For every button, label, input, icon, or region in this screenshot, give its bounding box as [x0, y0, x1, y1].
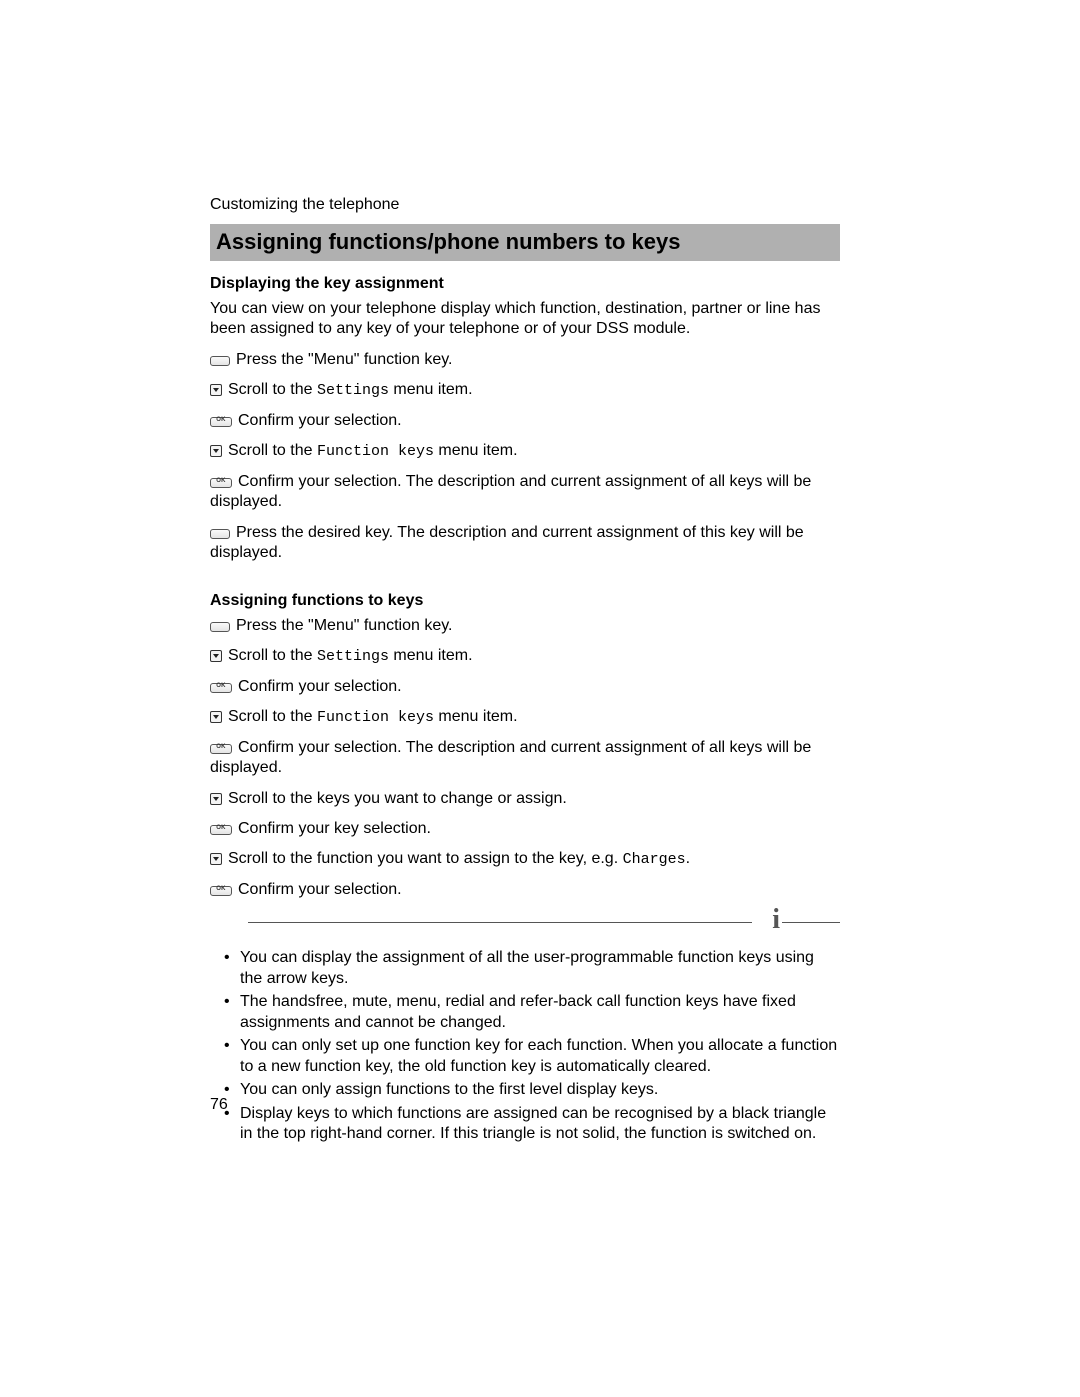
step-text: Confirm your selection. The description …	[210, 739, 811, 776]
step-text: menu item.	[434, 708, 518, 725]
step-text: Scroll to the function you want to assig…	[228, 850, 623, 867]
step-text: Confirm your selection.	[238, 881, 402, 898]
ok-key-icon	[210, 417, 232, 427]
section2-steps: Press the "Menu" function key. Scroll to …	[210, 616, 840, 901]
instruction-step: Confirm your key selection.	[210, 819, 840, 839]
notes-list: You can display the assignment of all th…	[210, 948, 840, 1144]
key-icon	[210, 529, 230, 539]
section1-steps: Press the "Menu" function key. Scroll to …	[210, 350, 840, 564]
menu-item-code: Function keys	[317, 709, 434, 726]
page-number: 76	[210, 1096, 228, 1114]
key-icon	[210, 356, 230, 366]
section-heading-display-assignment: Displaying the key assignment	[210, 275, 840, 293]
step-text: menu item.	[434, 442, 518, 459]
menu-item-code: Charges	[623, 851, 686, 868]
menu-item-code: Settings	[317, 648, 389, 665]
step-text: Press the desired key. The description a…	[210, 524, 804, 561]
manual-page: Customizing the telephone Assigning func…	[0, 0, 1080, 1397]
section-intro: You can view on your telephone display w…	[210, 299, 840, 340]
ok-key-icon	[210, 478, 232, 488]
step-text: Scroll to the	[228, 647, 317, 664]
menu-item-code: Function keys	[317, 443, 434, 460]
instruction-step: Scroll to the Function keys menu item.	[210, 441, 840, 461]
instruction-step: Confirm your selection. The description …	[210, 472, 840, 513]
step-text: .	[686, 850, 690, 867]
instruction-step: Scroll to the Function keys menu item.	[210, 707, 840, 727]
note-item: You can only set up one function key for…	[228, 1036, 840, 1077]
note-item: You can display the assignment of all th…	[228, 948, 840, 989]
step-text: menu item.	[389, 381, 473, 398]
step-text: menu item.	[389, 647, 473, 664]
step-text: Scroll to the keys you want to change or…	[228, 790, 567, 807]
note-item: Display keys to which functions are assi…	[228, 1104, 840, 1145]
step-text: Scroll to the	[228, 381, 317, 398]
info-divider: i	[210, 910, 840, 934]
key-icon	[210, 622, 230, 632]
arrow-down-icon	[210, 793, 222, 805]
note-item: The handsfree, mute, menu, redial and re…	[228, 992, 840, 1033]
instruction-step: Scroll to the function you want to assig…	[210, 849, 840, 869]
running-head: Customizing the telephone	[210, 196, 840, 214]
step-text: Press the "Menu" function key.	[236, 617, 453, 634]
step-text: Confirm your selection.	[238, 678, 402, 695]
instruction-step: Press the "Menu" function key.	[210, 616, 840, 636]
instruction-step: Scroll to the keys you want to change or…	[210, 789, 840, 809]
instruction-step: Press the desired key. The description a…	[210, 523, 840, 564]
instruction-step: Press the "Menu" function key.	[210, 350, 840, 370]
ok-key-icon	[210, 886, 232, 896]
info-icon: i	[772, 906, 780, 934]
step-text: Press the "Menu" function key.	[236, 351, 453, 368]
instruction-step: Scroll to the Settings menu item.	[210, 646, 840, 666]
step-text: Scroll to the	[228, 442, 317, 459]
ok-key-icon	[210, 825, 232, 835]
instruction-step: Scroll to the Settings menu item.	[210, 380, 840, 400]
instruction-step: Confirm your selection.	[210, 677, 840, 697]
instruction-step: Confirm your selection. The description …	[210, 738, 840, 779]
instruction-step: Confirm your selection.	[210, 411, 840, 431]
arrow-down-icon	[210, 853, 222, 865]
step-text: Scroll to the	[228, 708, 317, 725]
step-text: Confirm your key selection.	[238, 820, 431, 837]
section-heading-assigning: Assigning functions to keys	[210, 592, 840, 610]
arrow-down-icon	[210, 384, 222, 396]
ok-key-icon	[210, 683, 232, 693]
page-title: Assigning functions/phone numbers to key…	[210, 224, 840, 261]
note-item: You can only assign functions to the fir…	[228, 1080, 840, 1100]
ok-key-icon	[210, 744, 232, 754]
step-text: Confirm your selection. The description …	[210, 473, 811, 510]
instruction-step: Confirm your selection.	[210, 880, 840, 900]
menu-item-code: Settings	[317, 382, 389, 399]
step-text: Confirm your selection.	[238, 412, 402, 429]
arrow-down-icon	[210, 711, 222, 723]
arrow-down-icon	[210, 445, 222, 457]
arrow-down-icon	[210, 650, 222, 662]
